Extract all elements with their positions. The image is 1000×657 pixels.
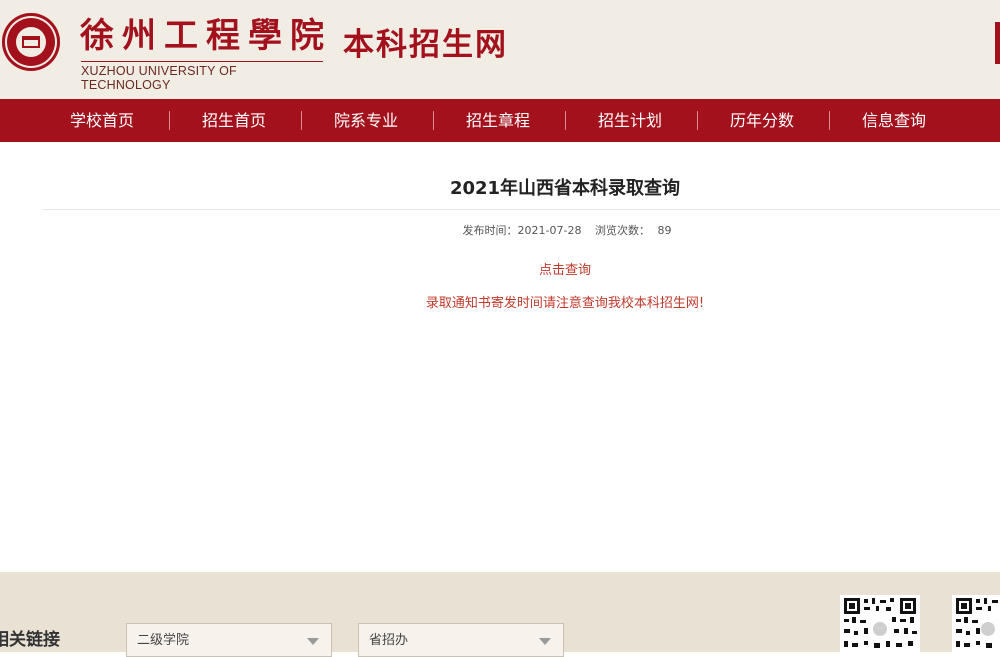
nav-item-admission-rules[interactable]: 招生章程: [432, 99, 564, 142]
nav-item-admission-plan[interactable]: 招生计划: [564, 99, 696, 142]
query-link[interactable]: 点击查询: [0, 262, 1000, 280]
site-header: 徐州工程學院 XUZHOU UNIVERSITY OF TECHNOLOGY 本…: [0, 0, 1000, 99]
title-divider: [42, 209, 1000, 210]
chevron-down-icon: [539, 638, 551, 645]
views-count: 89: [657, 224, 672, 237]
views-label: 浏览次数：: [594, 224, 650, 237]
nav-item-admission-home[interactable]: 招生首页: [168, 99, 300, 142]
nav-item-past-scores[interactable]: 历年分数: [696, 99, 828, 142]
nav-item-info-query[interactable]: 信息查询: [828, 99, 960, 142]
related-links-title: 相关链接: [0, 630, 60, 650]
notice-text: 录取通知书寄发时间请注意查询我校本科招生网!: [425, 296, 705, 311]
site-name[interactable]: 本科招生网: [343, 25, 508, 65]
qr-code-icon: [952, 595, 1000, 655]
qr-code-icon: [840, 595, 920, 655]
provincial-office-select-value: 省招办: [369, 633, 409, 648]
chevron-down-icon: [307, 638, 319, 645]
school-name-en: XUZHOU UNIVERSITY OF TECHNOLOGY: [81, 61, 323, 92]
site-footer: 相关链接 二级学院 省招办: [0, 572, 1000, 657]
header-edge-decoration: [995, 22, 1000, 64]
article-title: 2021年山西省本科录取查询: [449, 178, 681, 199]
nav-item-school-home[interactable]: 学校首页: [36, 99, 168, 142]
main-nav: 学校首页 招生首页 院系专业 招生章程 招生计划 历年分数 信息查询: [0, 99, 1000, 142]
school-seal-logo[interactable]: [2, 13, 60, 71]
publish-time: 发布时间：2021-07-28: [462, 224, 582, 237]
article-meta: 发布时间：2021-07-28 浏览次数： 89: [0, 224, 1000, 238]
nav-item-departments[interactable]: 院系专业: [300, 99, 432, 142]
departments-select-value: 二级学院: [137, 633, 190, 648]
school-name-cn[interactable]: 徐州工程學院: [80, 14, 332, 58]
